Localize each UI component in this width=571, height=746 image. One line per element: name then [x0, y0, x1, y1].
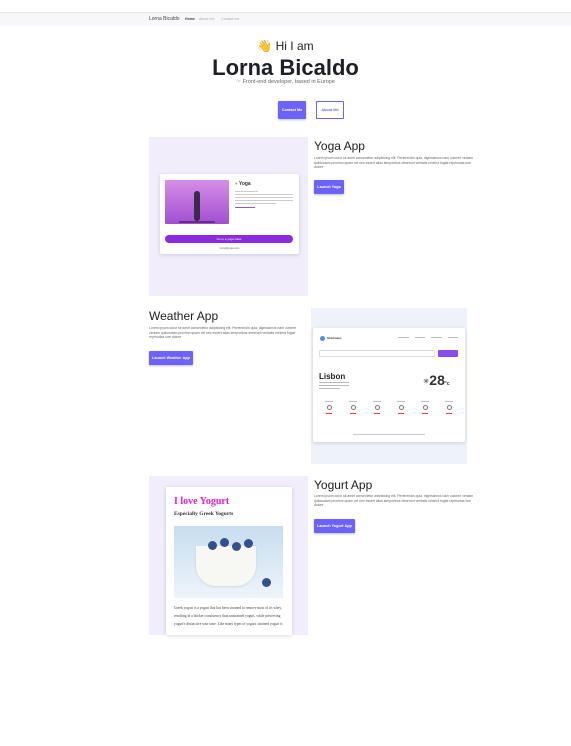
weather-temp-unit: °c: [444, 381, 450, 387]
weather-title: Weather App: [149, 309, 219, 323]
yogurt-glass: [196, 546, 256, 586]
weather-footer: [353, 434, 425, 435]
blueberry: [262, 578, 271, 587]
blueberry: [232, 542, 241, 551]
forecast-day: [395, 401, 407, 414]
weather-description: Lorem ipsum dolor sit amet consectetur a…: [149, 326, 297, 340]
yoga-preview-heading: ♦ Yoga: [235, 181, 251, 187]
yogurt-preview-card: I love Yogurt Especially Greek Yogurts G…: [166, 487, 292, 635]
nav-link-contact[interactable]: Contact me: [221, 17, 239, 21]
yogurt-image: [174, 526, 283, 598]
launch-yoga-button[interactable]: Launch Yoga: [314, 180, 344, 194]
weather-search: [319, 350, 435, 357]
hero-subtitle: ☞ Front-end developer, based in Europe: [0, 79, 571, 85]
blueberry: [208, 541, 217, 550]
contact-me-button[interactable]: Contact Me: [278, 101, 306, 119]
blueberry: [220, 538, 229, 547]
weather-temp-value: 28: [429, 372, 445, 388]
weather-meta: [319, 382, 349, 391]
wave-icon: 👋: [257, 39, 273, 53]
weather-brand: SheCodes: [327, 336, 342, 340]
nav-link-about[interactable]: About me: [199, 17, 214, 21]
yogurt-title: Yogurt App: [314, 478, 373, 492]
nav-brand[interactable]: Lorna Bicaldo: [149, 16, 180, 22]
yoga-figure: [194, 191, 200, 221]
yoga-preview-text: [235, 191, 293, 210]
launch-yogurt-button[interactable]: Launch Yogurt App: [314, 519, 355, 533]
hero-subtitle-text: Front-end developer, based in Europe: [242, 79, 335, 85]
blueberry: [244, 539, 253, 548]
yoga-title: Yoga App: [314, 139, 365, 153]
yoga-preview-email: lorna@yoga.com: [219, 247, 240, 250]
about-me-button[interactable]: About Me: [316, 101, 344, 119]
weather-nav: [398, 337, 458, 339]
browser-strip: ' ' ' ' ' ' ': [0, 0, 571, 12]
weather-city: Lisbon: [319, 372, 346, 381]
weather-search-button: [438, 350, 458, 357]
browser-strip-text: ' ' ' ' ' ' ': [4, 0, 22, 2]
yogurt-preview-heading: I love Yogurt: [174, 496, 230, 507]
navbar: Lorna Bicaldo Home About me Contact me: [0, 12, 571, 26]
forecast-day: [443, 401, 455, 414]
yogurt-preview-body: Greek yogurt is a yogurt that has been s…: [174, 606, 283, 626]
hero-name: Lorna Bicaldo: [212, 55, 359, 80]
forecast-day: [419, 401, 431, 414]
weather-logo-icon: [320, 336, 325, 341]
forecast-day: [371, 401, 383, 414]
yoga-preview-cta: Go to a yoga class: [165, 235, 293, 243]
nav-link-home[interactable]: Home: [185, 17, 195, 21]
hero-greeting: Hi I am: [275, 39, 314, 53]
yoga-preview-card: ♦ Yoga Go to a yoga class lorna@yoga.com: [160, 174, 299, 254]
forecast-day: [347, 401, 359, 414]
yoga-description: Lorem ipsum dolor sit amet consectetur a…: [314, 156, 474, 170]
weather-forecast: [323, 401, 455, 414]
launch-weather-button[interactable]: Launch Weather App: [149, 351, 193, 365]
weather-temperature: ☀28°c: [423, 372, 450, 388]
yogurt-description: Lorem ipsum dolor sit amet consectetur a…: [314, 494, 474, 508]
forecast-day: [323, 401, 335, 414]
yoga-image: [165, 180, 229, 224]
yoga-preview-heading-text: Yoga: [238, 181, 251, 187]
weather-preview-card: SheCodes Lisbon ☀28°c: [313, 328, 465, 442]
yogurt-preview-subheading: Especially Greek Yogurts: [174, 511, 234, 517]
hero-greeting-row: 👋 Hi I am: [0, 39, 571, 53]
yoga-mat: [179, 221, 215, 223]
